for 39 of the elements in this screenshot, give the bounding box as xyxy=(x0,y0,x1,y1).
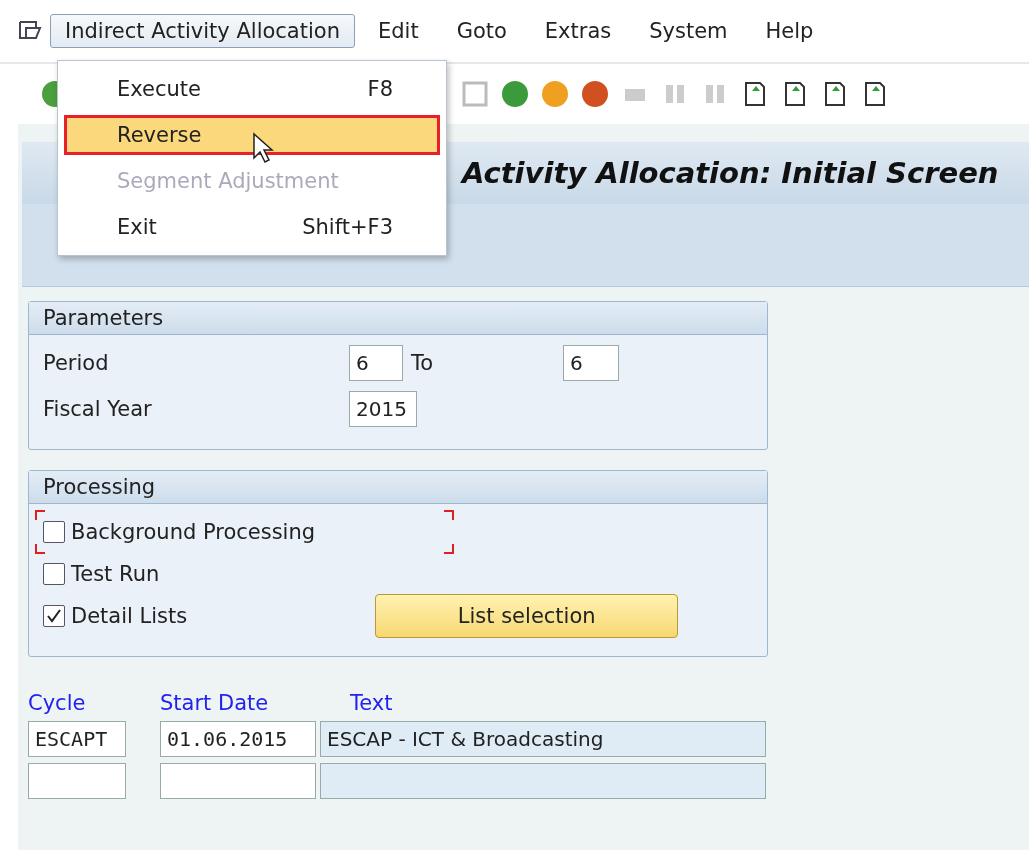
shortcut-label: F8 xyxy=(367,77,393,101)
checkbox[interactable] xyxy=(43,605,65,627)
menu-item[interactable]: Goto xyxy=(441,14,522,48)
group-title: Parameters xyxy=(29,302,767,335)
menu-option[interactable]: Exit Shift+F3 xyxy=(64,207,440,247)
column-header: Start Date xyxy=(160,691,270,715)
checkbox-label: Background Processing xyxy=(71,520,316,544)
input-field[interactable]: 6 xyxy=(349,345,403,381)
back-icon[interactable] xyxy=(500,79,530,109)
input-field[interactable]: 6 xyxy=(563,345,619,381)
field-label: Fiscal Year xyxy=(43,397,153,421)
checkbox-label: Test Run xyxy=(71,562,160,586)
input-field[interactable]: 2015 xyxy=(349,391,417,427)
input-field[interactable] xyxy=(160,763,316,799)
column-header: Text xyxy=(350,691,394,715)
group-title: Processing xyxy=(29,471,767,504)
cancel-icon[interactable] xyxy=(580,79,610,109)
screen-title: Activity Allocation: Initial Screen xyxy=(462,156,999,190)
input-field[interactable]: 01.06.2015 xyxy=(160,721,316,757)
menu-option[interactable]: Reverse xyxy=(64,115,440,155)
checkbox-label: Detail Lists xyxy=(71,604,188,628)
input-field[interactable] xyxy=(28,763,126,799)
checkbox[interactable] xyxy=(43,521,65,543)
menu-item[interactable]: Extras xyxy=(529,14,627,48)
input-field[interactable]: ESCAPT xyxy=(28,721,126,757)
column-header: Cycle xyxy=(28,691,87,715)
menu-option[interactable]: Execute F8 xyxy=(64,69,440,109)
shortcut-label: Shift+F3 xyxy=(302,215,393,239)
field-label: To xyxy=(410,351,435,375)
menu-item[interactable]: System xyxy=(634,14,743,48)
text-cell: ESCAP - ICT & Broadcasting xyxy=(320,721,766,757)
menu-item[interactable]: Edit xyxy=(362,14,434,48)
checkbox[interactable] xyxy=(43,563,65,585)
list-selection-button[interactable]: List selection xyxy=(375,594,679,638)
menu-item[interactable]: Help xyxy=(750,14,829,48)
mouse-pointer-icon xyxy=(252,132,276,164)
menu-icon[interactable] xyxy=(18,20,42,42)
menu-item[interactable]: Indirect Activity Allocation xyxy=(50,14,355,48)
field-label: Period xyxy=(43,351,110,375)
